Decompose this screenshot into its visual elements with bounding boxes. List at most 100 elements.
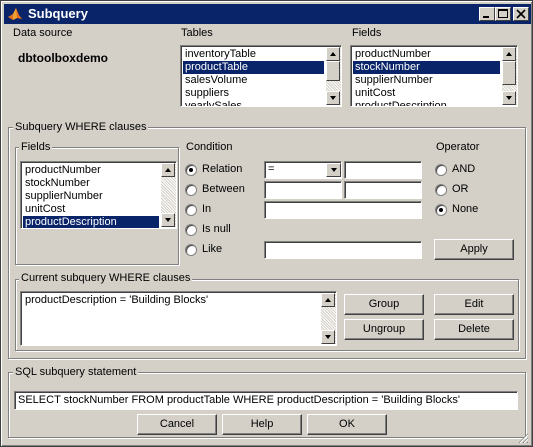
list-item[interactable]: salesVolume [183,74,324,87]
list-item[interactable]: supplierNumber [23,190,159,203]
list-item[interactable]: supplierNumber [353,74,500,87]
window-title: Subquery [28,6,88,21]
help-button[interactable]: Help [222,414,302,435]
relation-radio[interactable] [185,164,197,176]
radio-selected-dot [189,168,193,172]
is-null-radio[interactable] [185,224,197,236]
or-label: OR [452,183,469,195]
in-label: In [202,203,212,215]
ungroup-button-label: Ungroup [362,323,406,335]
where-clauses-group-label: Subquery WHERE clauses [13,121,149,133]
between-label: Between [202,183,245,195]
operator-label: Operator [436,141,480,153]
arrow-down-icon [325,335,331,339]
scroll-down-button[interactable] [326,91,340,105]
scroll-thumb[interactable] [326,61,340,81]
between-low-input[interactable] [264,181,342,199]
scroll-up-button[interactable] [321,293,335,307]
cancel-button[interactable]: Cancel [137,414,217,435]
scroll-up-button[interactable] [502,47,516,61]
like-radio[interactable] [185,244,197,256]
ok-button[interactable]: OK [307,414,387,435]
like-label: Like [202,243,223,255]
or-radio[interactable] [435,184,447,196]
scroll-up-button[interactable] [161,163,175,177]
and-label: AND [452,163,476,175]
arrow-down-icon [165,218,171,222]
list-item[interactable]: productNumber [23,164,159,177]
data-source-label: Data source [13,27,73,39]
resize-grip-icon[interactable] [517,432,529,444]
like-pattern-input[interactable] [264,241,422,259]
relation-operator-select[interactable]: = [264,161,342,179]
list-item[interactable]: productNumber [353,48,500,61]
list-item-selected[interactable]: stockNumber [353,61,500,74]
edit-button[interactable]: Edit [434,294,514,315]
where-fields-label: Fields [19,141,53,153]
cancel-button-label: Cancel [159,418,195,430]
delete-button[interactable]: Delete [434,319,514,340]
and-radio[interactable] [435,164,447,176]
where-fields-scrollbar[interactable] [161,163,176,227]
in-radio[interactable] [185,204,197,216]
title-bar[interactable]: Subquery [4,4,531,24]
ok-button-label: OK [339,418,355,430]
current-clauses-label: Current subquery WHERE clauses [19,272,193,284]
condition-label: Condition [186,141,233,153]
close-button[interactable] [513,7,529,21]
where-fields-listbox[interactable]: productNumber stockNumber supplierNumber… [20,161,177,229]
arrow-up-icon [325,298,331,302]
apply-button-label: Apply [460,243,488,255]
none-radio[interactable] [435,204,447,216]
between-radio[interactable] [185,184,197,196]
ungroup-button[interactable]: Ungroup [344,319,424,340]
scroll-down-button[interactable] [321,330,335,344]
scroll-down-button[interactable] [502,91,516,105]
dropdown-button[interactable] [326,163,341,177]
radio-selected-dot [439,208,443,212]
fields-top-label: Fields [352,27,382,39]
arrow-down-icon [506,96,512,100]
list-item[interactable]: unitCost [353,87,500,100]
between-high-input[interactable] [344,181,422,199]
list-item-selected[interactable]: productDescription [23,216,159,228]
matlab-logo-icon [7,6,23,22]
sql-statement-field[interactable]: SELECT stockNumber FROM productTable WHE… [14,391,518,410]
subquery-dialog: Subquery Data source dbtoolboxdemo Table… [0,0,533,447]
minimize-button[interactable] [479,7,495,21]
apply-button[interactable]: Apply [434,239,514,260]
tables-listbox[interactable]: inventoryTable productTable salesVolume … [180,45,342,107]
fields-top-scrollbar[interactable] [502,47,517,105]
list-item-selected[interactable]: productTable [183,61,324,74]
delete-button-label: Delete [458,323,490,335]
maximize-button[interactable] [495,7,511,21]
list-item[interactable]: suppliers [183,87,324,100]
list-item[interactable]: productDescription [353,100,500,106]
scroll-thumb[interactable] [502,61,516,85]
current-clauses-listbox[interactable]: productDescription = 'Building Blocks' [20,291,337,346]
relation-label: Relation [202,163,243,175]
data-source-value: dbtoolboxdemo [18,51,108,65]
relation-operator-value: = [268,163,275,175]
fields-top-listbox[interactable]: productNumber stockNumber supplierNumber… [350,45,518,107]
arrow-up-icon [506,52,512,56]
scroll-up-button[interactable] [326,47,340,61]
list-item[interactable]: stockNumber [23,177,159,190]
sql-statement-label: SQL subquery statement [13,366,139,378]
help-button-label: Help [250,418,274,430]
list-item[interactable]: yearlySales [183,100,324,106]
clause-item[interactable]: productDescription = 'Building Blocks' [23,294,319,307]
arrow-up-icon [165,168,171,172]
relation-value-input[interactable] [344,161,422,179]
tables-scrollbar[interactable] [326,47,341,105]
group-button-label: Group [368,298,400,310]
group-button[interactable]: Group [344,294,424,315]
tables-label: Tables [181,27,213,39]
scroll-down-button[interactable] [161,213,175,227]
in-values-input[interactable] [264,201,422,219]
current-clauses-scrollbar[interactable] [321,293,336,344]
list-item[interactable]: inventoryTable [183,48,324,61]
chevron-down-icon [330,168,337,172]
list-item[interactable]: unitCost [23,203,159,216]
edit-button-label: Edit [464,298,484,310]
